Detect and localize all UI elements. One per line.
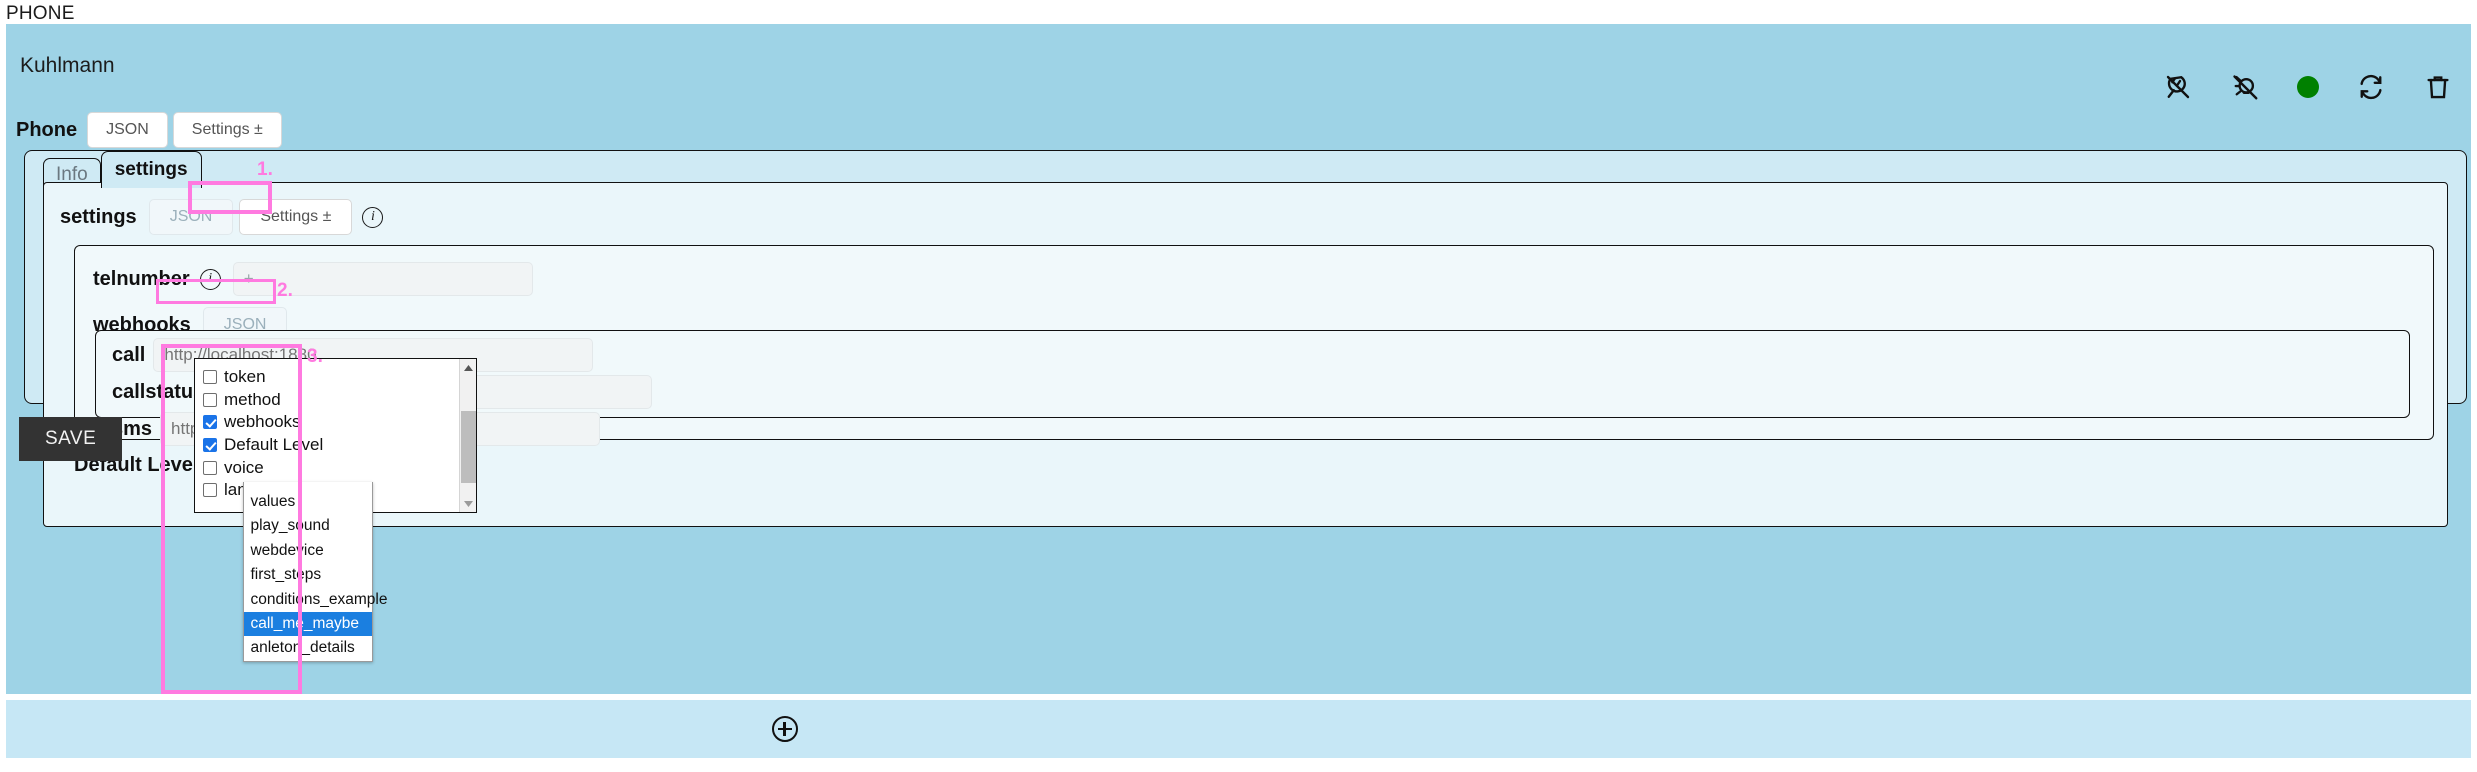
checkbox-item-default-level[interactable]: Default Level <box>203 434 476 457</box>
dropdown-scrollbar[interactable] <box>459 359 476 512</box>
settings-label: settings <box>60 205 137 228</box>
settings-button[interactable]: Settings ± <box>172 112 282 148</box>
save-button[interactable]: SAVE <box>19 417 123 461</box>
select-option[interactable]: webdevice <box>244 539 372 563</box>
marker-2: 2. <box>277 280 293 301</box>
checkbox-label: token <box>224 367 266 387</box>
checkbox-item-method[interactable]: method <box>203 389 476 412</box>
phone-row: Phone JSON Settings ± <box>16 112 282 148</box>
trash-icon[interactable] <box>2423 72 2453 102</box>
status-dot-icon <box>2297 76 2319 98</box>
checkbox-item-token[interactable]: token <box>203 366 476 389</box>
checkbox-label: webhooks <box>224 412 301 432</box>
checkbox-item-voice[interactable]: voice <box>203 456 476 479</box>
device-panel: Kuhlmann Phone JSON Settings ± Info sett… <box>6 24 2471 694</box>
default-level-option-list[interactable]: values play_sound webdevice first_steps … <box>243 482 388 662</box>
settings-header: settings JSON Settings ± i <box>60 199 384 235</box>
checkbox-icon[interactable] <box>203 370 217 385</box>
marker-3: 3. <box>307 346 323 367</box>
scroll-down-icon[interactable] <box>460 495 476 512</box>
checkbox-checked-icon[interactable] <box>203 438 217 453</box>
call-label: call <box>112 343 146 366</box>
callstatus-label: callstatus <box>112 380 205 403</box>
checkbox-list: token method webhooks Default Level voic… <box>195 359 476 502</box>
info-icon[interactable]: i <box>362 206 384 228</box>
select-option-selected[interactable]: call_me_maybe <box>244 611 373 637</box>
settings-panel: settings JSON Settings ± i telnumber i w… <box>43 181 2448 662</box>
telnumber-info-icon[interactable]: i <box>199 268 221 290</box>
scroll-up-icon[interactable] <box>460 359 476 376</box>
json-button[interactable]: JSON <box>87 112 168 148</box>
telnumber-row: telnumber i <box>75 262 2433 296</box>
select-option[interactable]: play_sound <box>244 514 372 538</box>
settings-json-button[interactable]: JSON <box>148 199 234 235</box>
app-root: PHONE Kuhlmann Phone JSON Settings ± Inf… <box>0 0 2477 772</box>
page-title: PHONE <box>6 3 75 24</box>
checkbox-item-webhooks[interactable]: webhooks <box>203 411 476 434</box>
lightbulb-off-icon[interactable] <box>2230 72 2260 102</box>
phone-label: Phone <box>16 118 78 141</box>
tab-settings[interactable]: settings <box>100 151 202 188</box>
select-option[interactable]: conditions_example <box>244 588 387 612</box>
add-strip <box>6 700 2471 758</box>
device-toolbar <box>2163 72 2453 102</box>
settings-toggle-button[interactable]: Settings ± <box>239 199 353 235</box>
checkbox-checked-icon[interactable] <box>203 415 217 430</box>
add-circle-icon[interactable] <box>771 716 798 742</box>
checkbox-label: Default Level <box>224 435 324 455</box>
checkbox-icon[interactable] <box>203 460 217 475</box>
telnumber-label: telnumber <box>93 267 190 290</box>
plug-off-icon[interactable] <box>2163 72 2193 102</box>
tab-card: Info settings settings JSON Settings ± i… <box>24 150 2467 662</box>
marker-1: 1. <box>257 159 273 180</box>
device-name: Kuhlmann <box>20 54 115 77</box>
scrollbar-thumb[interactable] <box>461 411 476 483</box>
select-option[interactable]: first_steps <box>244 563 372 587</box>
refresh-icon[interactable] <box>2356 72 2386 102</box>
checkbox-label: voice <box>224 457 264 477</box>
checkbox-label: method <box>224 389 281 409</box>
select-option[interactable]: anleton_details <box>244 636 372 660</box>
select-option[interactable]: values <box>244 490 372 514</box>
checkbox-icon[interactable] <box>203 392 217 407</box>
checkbox-icon[interactable] <box>203 483 217 498</box>
